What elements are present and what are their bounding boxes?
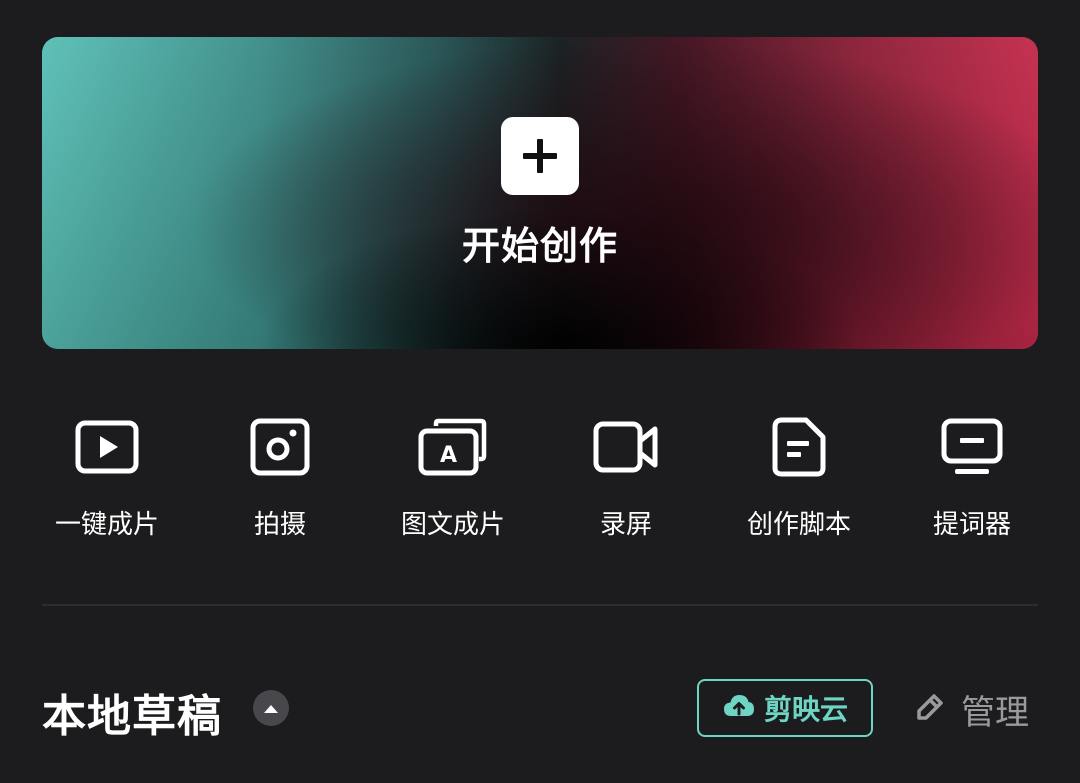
tool-screen-record[interactable]: 录屏 [546,412,706,542]
tool-shoot[interactable]: 拍摄 [200,412,360,542]
tool-label: 创作脚本 [746,510,851,540]
tool-teleprompter[interactable]: 提词器 [892,412,1052,542]
tool-creation-script[interactable]: 创作脚本 [719,412,879,542]
tool-label: 录屏 [599,510,652,540]
section-divider [42,604,1038,606]
tool-label: 拍摄 [253,510,306,540]
camera-icon [240,412,320,482]
caret-up-icon [263,699,279,718]
tools-row: 一键成片 拍摄 A 图文成片 录屏 创作脚本 提词器 [0,412,1080,552]
capcut-cloud-button[interactable]: 剪映云 [697,679,873,737]
collapse-toggle-button[interactable] [253,690,289,726]
text-to-video-icon: A [413,412,493,482]
local-drafts-title: 本地草稿 [42,691,222,742]
tool-text-to-video[interactable]: A 图文成片 [373,412,533,542]
tool-one-click-video[interactable]: 一键成片 [27,412,187,542]
tool-label: 一键成片 [54,510,159,540]
script-document-icon [759,412,839,482]
play-video-icon [67,412,147,482]
manage-button[interactable]: 管理 [913,684,1029,734]
start-creation-banner[interactable]: 开始创作 [42,37,1038,349]
pencil-icon [913,690,947,728]
cloud-button-label: 剪映云 [763,693,848,726]
manage-button-label: 管理 [961,692,1029,733]
start-creation-label: 开始创作 [461,224,618,268]
tool-label: 提词器 [932,510,1011,540]
svg-text:A: A [440,443,457,468]
plus-icon[interactable] [501,117,579,195]
home-screen: 开始创作 一键成片 拍摄 A 图文成片 录屏 创作脚本 提词器 本地草稿 剪映云… [0,0,1080,783]
tool-label: 图文成片 [400,510,505,540]
cloud-upload-icon [722,692,756,724]
teleprompter-icon [932,412,1012,482]
screen-record-icon [586,412,666,482]
